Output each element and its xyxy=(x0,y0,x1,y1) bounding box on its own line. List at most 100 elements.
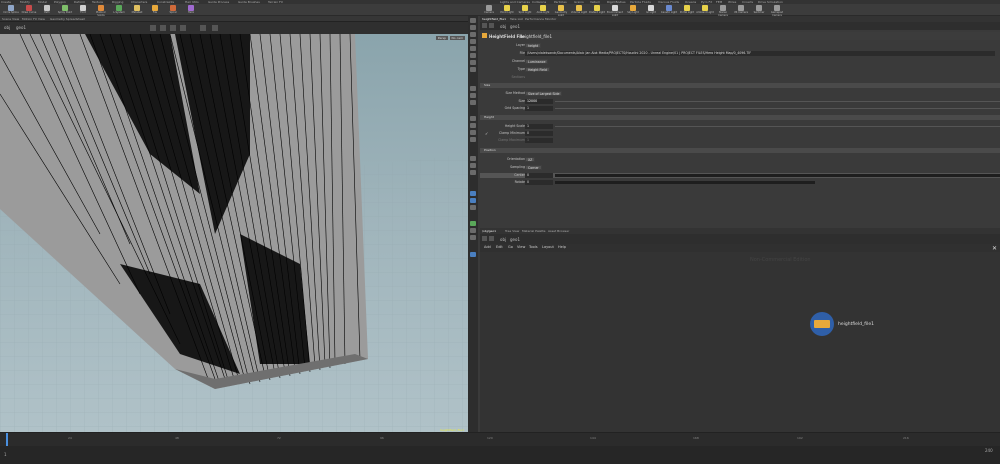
sampling-dropdown[interactable]: Corner xyxy=(525,165,542,170)
shading-icon[interactable] xyxy=(160,25,166,31)
tool-ambient-light[interactable]: Ambient Light xyxy=(696,4,714,16)
display-normal-icon[interactable] xyxy=(470,123,476,128)
wireframe-icon[interactable] xyxy=(470,156,476,161)
file-path-field[interactable]: /Users/vlaleksandr/Documents/Alaic Jan A… xyxy=(525,51,995,56)
scene-viewport[interactable]: Persp No cam heightfield_file1 xyxy=(0,34,468,434)
type-dropdown[interactable]: Height Field xyxy=(525,67,550,72)
tool-circle-spline[interactable]: Circle Spline xyxy=(2,4,20,16)
tab-geometry-spreadsheet[interactable]: Geometry Spreadsheet xyxy=(50,17,85,21)
template-icon[interactable] xyxy=(470,198,476,203)
viewport-path-obj[interactable]: obj xyxy=(4,25,10,30)
shaded-icon[interactable] xyxy=(470,163,476,168)
tool-switcher[interactable]: Switcher xyxy=(750,4,768,16)
menu-go[interactable]: Go xyxy=(508,245,513,249)
tab-take-list[interactable]: Take List xyxy=(510,17,523,21)
tool-area-light[interactable]: Area Light xyxy=(534,4,552,16)
menu-tools[interactable]: Tools xyxy=(529,245,538,249)
channel-dropdown[interactable]: Luminance xyxy=(525,59,549,64)
size-slider[interactable] xyxy=(555,101,1000,102)
render-icon[interactable] xyxy=(212,25,218,31)
tool-stereo-camera[interactable]: Stereo Camera xyxy=(714,4,732,17)
tool-l-system[interactable]: L-System xyxy=(110,4,128,16)
tool-volume-light[interactable]: Volume Light xyxy=(570,4,588,16)
tab-tree-view[interactable]: Tree View xyxy=(505,229,519,233)
tool-sky-light[interactable]: Sky Light xyxy=(624,4,642,16)
menu-edit[interactable]: Edit xyxy=(496,245,503,249)
tool-environment-light[interactable]: Environment Light xyxy=(606,4,624,17)
orientation-dropdown[interactable]: XZ xyxy=(525,157,536,162)
param-path-node[interactable]: geo1 xyxy=(510,24,520,29)
position-section-header[interactable]: Position xyxy=(480,148,1000,153)
grid-display-icon[interactable] xyxy=(470,221,476,226)
network-editor[interactable]: Non-Commercial Edition heightfield_file1 xyxy=(480,252,1000,432)
grid-spacing-slider[interactable] xyxy=(555,108,1000,109)
display-point-icon[interactable] xyxy=(470,116,476,121)
timeline[interactable]: 24 48 72 96 120 144 168 192 216 xyxy=(0,432,1000,447)
select-tool-icon[interactable] xyxy=(470,18,476,23)
tab-network-obj-geo1[interactable]: /obj/geo1 xyxy=(482,229,496,233)
heightfield-file-node[interactable] xyxy=(810,312,834,336)
height-section-header[interactable]: Height xyxy=(480,115,1000,120)
back-arrow-icon[interactable] xyxy=(482,23,487,28)
tab-material-palette[interactable]: Material Palette xyxy=(522,229,546,233)
tool-point-light[interactable]: Point Light xyxy=(498,4,516,16)
render-region-icon[interactable] xyxy=(470,252,476,257)
menu-help[interactable]: Help xyxy=(558,245,566,249)
tool-file[interactable]: File xyxy=(146,4,164,16)
snap-grid-icon[interactable] xyxy=(470,86,476,91)
tool-caustic-light[interactable]: Caustic Light xyxy=(660,4,678,16)
shelf-tab-terrain-fx[interactable]: Terrain FX xyxy=(268,0,283,4)
brush-tool-icon[interactable] xyxy=(470,67,476,72)
lighting-icon[interactable] xyxy=(470,170,476,175)
scale-tool-icon[interactable] xyxy=(470,39,476,44)
menu-add[interactable]: Add xyxy=(484,245,491,249)
tool-vr-camera[interactable]: VR Camera xyxy=(732,4,750,16)
node-label[interactable]: heightfield_file1 xyxy=(838,322,874,327)
snap-point-icon[interactable] xyxy=(470,93,476,98)
clamp-max-field[interactable]: 1 xyxy=(525,138,553,143)
handle-tool-icon[interactable] xyxy=(470,46,476,51)
tab-performance-monitor[interactable]: Performance Monitor xyxy=(525,17,556,21)
shelf-tab-guide-process[interactable]: Guide Process xyxy=(208,0,229,4)
snap-prim-icon[interactable] xyxy=(470,100,476,105)
display-number-icon[interactable] xyxy=(470,137,476,142)
tool-path[interactable]: Path xyxy=(38,4,56,16)
size-section-header[interactable]: Size xyxy=(480,83,1000,88)
persp-menu[interactable]: Persp xyxy=(435,36,448,40)
height-scale-field[interactable]: 1 xyxy=(525,124,553,129)
center-field[interactable]: 0 xyxy=(525,173,553,178)
tab-asset-browser[interactable]: Asset Browser xyxy=(548,229,569,233)
tool-spiral[interactable]: Spiral xyxy=(164,4,182,16)
param-path-obj[interactable]: obj xyxy=(500,24,506,29)
height-scale-slider[interactable] xyxy=(555,126,1000,127)
ghost-icon[interactable] xyxy=(470,205,476,210)
tool-geometry-light[interactable]: Geometry Light xyxy=(552,4,570,17)
move-tool-icon[interactable] xyxy=(470,25,476,30)
view-tool-icon[interactable] xyxy=(470,60,476,65)
camera-lock-icon[interactable] xyxy=(200,25,206,31)
layer-dropdown[interactable]: height xyxy=(525,43,542,48)
current-frame[interactable]: 1 xyxy=(4,452,7,457)
network-path-node[interactable]: geo1 xyxy=(510,237,520,242)
shelf-tab-guide-brushes[interactable]: Guide Brushes xyxy=(238,0,260,4)
snap-icon[interactable] xyxy=(170,25,176,31)
tab-heightfield-file1[interactable]: heightfield_file1 xyxy=(482,17,506,21)
center-slider[interactable] xyxy=(555,174,1000,177)
tool-spray-paint[interactable]: Spray Paint xyxy=(56,4,74,16)
network-path-obj[interactable]: obj xyxy=(500,237,506,242)
clamp-min-checkbox[interactable]: ✓ xyxy=(485,131,488,136)
clamp-min-field[interactable]: 0 xyxy=(525,131,553,136)
tool-gamepad-camera[interactable]: Gamepad Camera xyxy=(768,4,786,17)
rotate-slider[interactable] xyxy=(555,181,815,184)
tab-scene-view[interactable]: Scene View xyxy=(2,17,19,21)
tool-distant-light[interactable]: Distant Light xyxy=(588,4,606,16)
forward-arrow-icon[interactable] xyxy=(489,23,494,28)
size-method-dropdown[interactable]: Size of Largest Side xyxy=(525,91,563,96)
grid-icon[interactable] xyxy=(180,25,186,31)
viewport-path-node[interactable]: geo1 xyxy=(16,25,26,30)
playhead[interactable] xyxy=(6,433,8,447)
wrench-icon[interactable]: ✕ xyxy=(992,245,997,252)
tool-camera[interactable]: Camera xyxy=(480,4,498,16)
rotate-field[interactable]: 0 xyxy=(525,180,553,185)
menu-layout[interactable]: Layout xyxy=(542,245,554,249)
